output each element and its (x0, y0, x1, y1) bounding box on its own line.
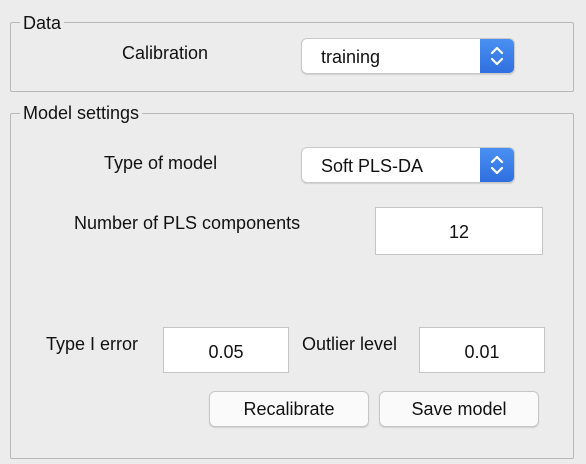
type-of-model-label: Type of model (104, 153, 218, 173)
up-down-chevron-icon (480, 148, 514, 182)
type-1-error-label: Type I error (46, 334, 139, 354)
calibration-label: Calibration (122, 43, 209, 63)
type-1-error-input[interactable]: 0.05 (163, 327, 289, 373)
model-settings-title: Model settings (20, 102, 143, 124)
recalibrate-button[interactable]: Recalibrate (209, 391, 369, 427)
outlier-level-label: Outlier level (302, 334, 398, 354)
calibration-select-value: training (321, 47, 381, 67)
pls-components-input[interactable]: 12 (375, 207, 543, 255)
calibration-select[interactable]: training (301, 38, 515, 74)
data-panel-title: Data (20, 12, 65, 34)
type-of-model-select[interactable]: Soft PLS-DA (301, 147, 515, 183)
save-model-button[interactable]: Save model (379, 391, 539, 427)
outlier-level-input[interactable]: 0.01 (419, 327, 545, 373)
up-down-chevron-icon (480, 39, 514, 73)
type-of-model-select-value: Soft PLS-DA (321, 156, 424, 176)
pls-components-label: Number of PLS components (74, 213, 301, 233)
